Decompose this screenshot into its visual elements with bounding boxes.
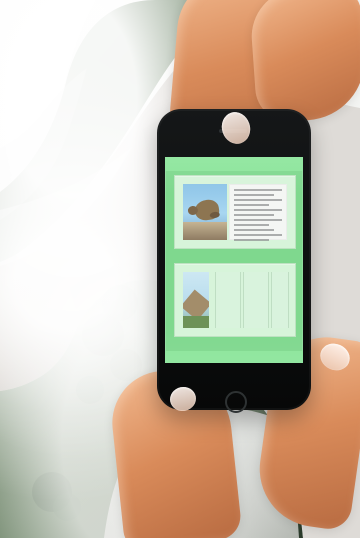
- screen-glare: [165, 157, 303, 363]
- top-right-hand: [248, 0, 360, 124]
- phone-screen: [165, 157, 303, 363]
- smartphone: [157, 109, 311, 413]
- photo-scene: [0, 0, 360, 538]
